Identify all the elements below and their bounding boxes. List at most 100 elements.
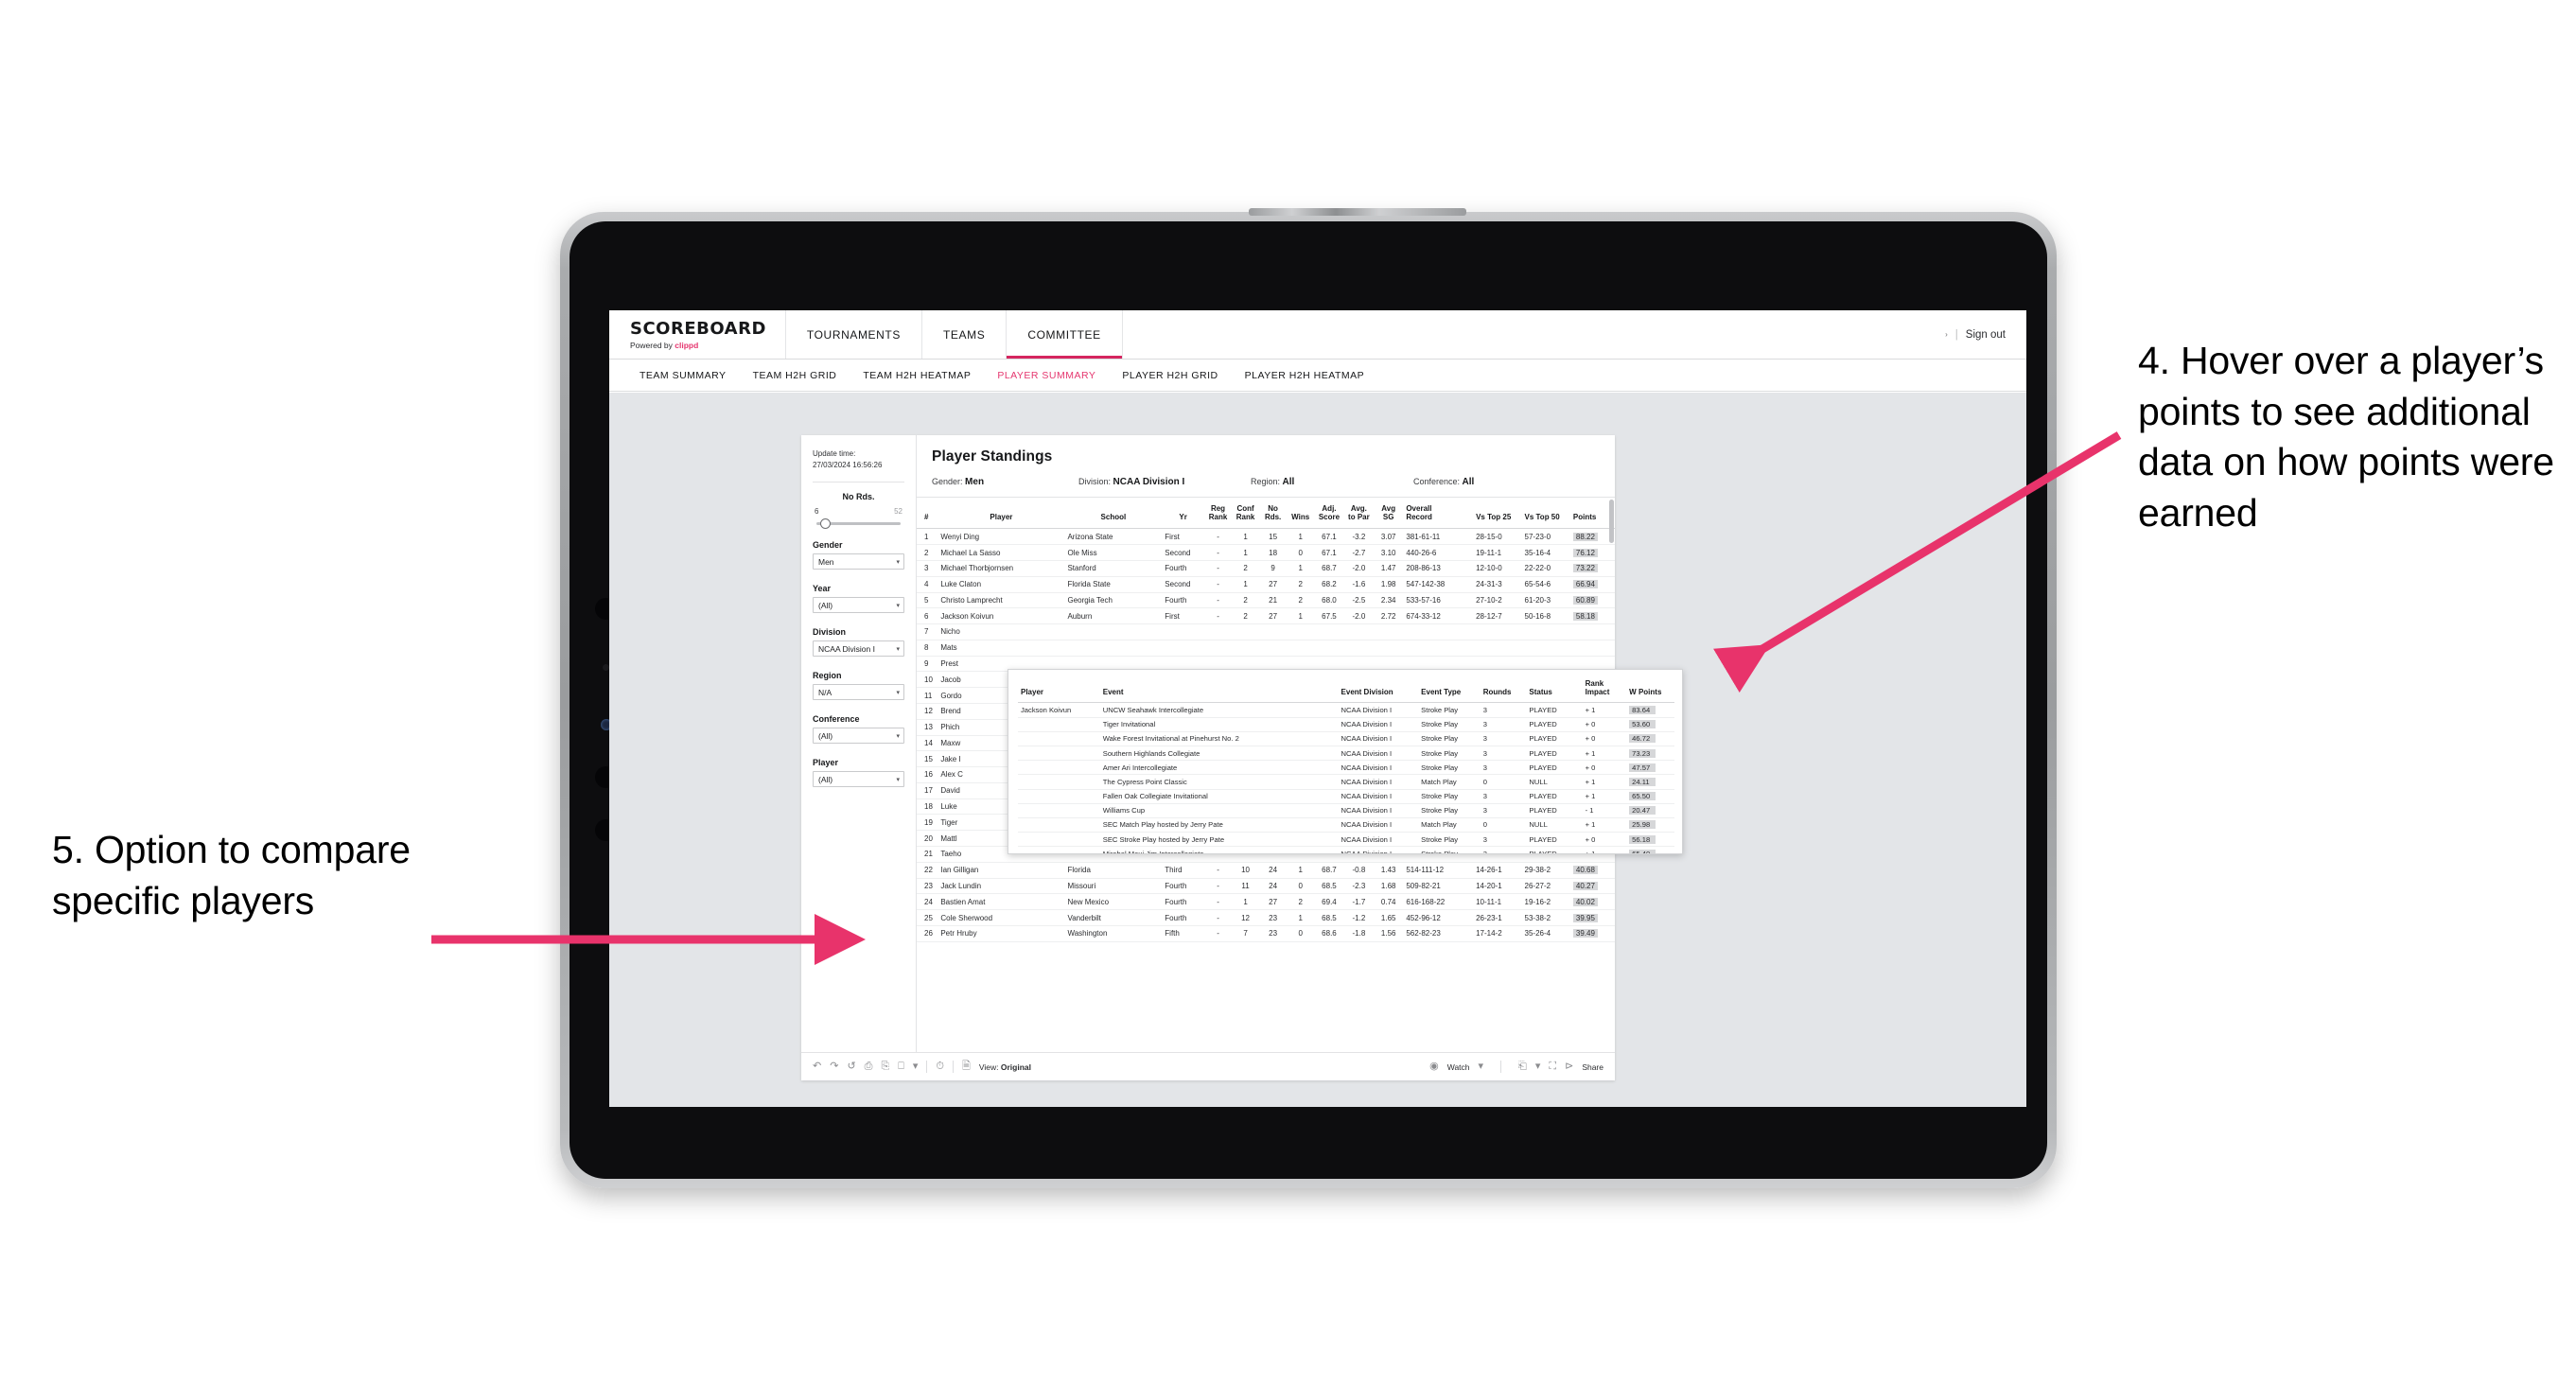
cell-points[interactable]: [1569, 640, 1615, 657]
cell-vs-top-50: 61-20-3: [1521, 592, 1570, 609]
tab-player-summary[interactable]: PLAYER SUMMARY: [984, 370, 1109, 381]
tooltip-cell-event: UNCW Seahawk Intercollegiate: [1099, 702, 1339, 718]
filter-conference-select[interactable]: (All) ▾: [813, 728, 904, 745]
tab-team-summary[interactable]: TEAM SUMMARY: [626, 370, 740, 381]
update-time-block: Update time: 27/03/2024 16:56:26: [813, 448, 904, 470]
redo-icon[interactable]: ↷: [830, 1061, 838, 1072]
col-overall-record[interactable]: Overall Record: [1403, 498, 1474, 530]
table-row[interactable]: 26 Petr Hruby Washington Fifth -7 23 0 68.6 -1.8…: [917, 925, 1615, 942]
cell-overall-record: [1403, 640, 1474, 657]
cell-player: Christo Lamprecht: [938, 592, 1065, 609]
undo-icon[interactable]: ↶: [813, 1061, 821, 1072]
cell-points[interactable]: 76.12: [1569, 544, 1615, 561]
tooltip-cell-player: [1018, 731, 1100, 746]
col-wins[interactable]: Wins: [1287, 498, 1315, 530]
brand-tagline-accent: clippd: [675, 341, 699, 350]
cell-no-rds: [1259, 640, 1288, 657]
col-rank[interactable]: #: [917, 498, 938, 530]
table-row[interactable]: 6 Jackson Koivun Auburn First -2 27 1 67.5 -2.0 2…: [917, 607, 1615, 625]
tooltip-cell-division: NCAA Division I: [1338, 774, 1419, 790]
no-rounds-slider-handle[interactable]: [820, 518, 831, 530]
pause-updates-icon[interactable]: ⎘: [881, 1061, 889, 1072]
table-row[interactable]: 22 Ian Gilligan Florida Third -10 24 1 68.7 -0.8…: [917, 862, 1615, 879]
tooltip-cell-rounds: 3: [1480, 846, 1527, 853]
table-row[interactable]: 2 Michael La Sasso Ole Miss Second -1 18 0 67.1…: [917, 544, 1615, 561]
filter-player-select[interactable]: (All) ▾: [813, 771, 904, 788]
col-no-rds[interactable]: No Rds.: [1259, 498, 1288, 530]
col-points[interactable]: Points: [1569, 498, 1615, 530]
col-yr[interactable]: Yr: [1162, 498, 1204, 530]
chevron-down-icon[interactable]: ▾: [1535, 1061, 1541, 1072]
table-row[interactable]: 7 Nicho: [917, 623, 1615, 640]
share-icon[interactable]: ⊳: [1565, 1061, 1573, 1072]
share-label[interactable]: Share: [1582, 1062, 1603, 1072]
filter-region-select[interactable]: N/A ▾: [813, 684, 904, 701]
nav-item-committee[interactable]: COMMITTEE: [1007, 310, 1123, 359]
col-avg-to-par[interactable]: Avg. to Par: [1343, 498, 1375, 530]
nav-item-teams[interactable]: TEAMS: [922, 310, 1008, 359]
clock-history-icon[interactable]: ⏱: [936, 1061, 944, 1072]
col-conf-rank[interactable]: Conf Rank: [1232, 498, 1260, 530]
col-school[interactable]: School: [1064, 498, 1163, 530]
view-group[interactable]: 🗎 View: Original: [962, 1061, 1031, 1072]
tab-player-h2h-heatmap[interactable]: PLAYER H2H HEATMAP: [1232, 370, 1377, 381]
cell-points[interactable]: 39.49: [1569, 925, 1615, 942]
download-icon[interactable]: ⎗: [1518, 1061, 1527, 1072]
col-reg-rank[interactable]: Reg Rank: [1204, 498, 1233, 530]
table-row[interactable]: 4 Luke Claton Florida State Second -1 27 2 68.2…: [917, 576, 1615, 593]
brand-logo[interactable]: SCOREBOARD Powered by clippd: [609, 310, 786, 359]
tooltip-cell-type: Match Play: [1418, 817, 1481, 833]
refresh-data-icon[interactable]: ⎙: [865, 1061, 873, 1072]
col-vs-top-25[interactable]: Vs Top 25: [1473, 498, 1522, 530]
table-scrollbar-thumb[interactable]: [1609, 500, 1614, 543]
filter-gender-select[interactable]: Men ▾: [813, 553, 904, 570]
tab-team-h2h-heatmap[interactable]: TEAM H2H HEATMAP: [850, 370, 984, 381]
cell-avg-to-par: -2.5: [1343, 592, 1375, 609]
cell-points[interactable]: 58.18: [1569, 607, 1615, 625]
table-row[interactable]: 25 Cole Sherwood Vanderbilt Fourth -12 23 1 68.…: [917, 909, 1615, 926]
cell-points[interactable]: 40.02: [1569, 893, 1615, 911]
nav-item-tournaments[interactable]: TOURNAMENTS: [786, 310, 922, 359]
no-rounds-slider-filter[interactable]: No Rds. 6 52: [813, 492, 904, 530]
cell-points[interactable]: 39.95: [1569, 909, 1615, 926]
col-avg-sg[interactable]: Avg SG: [1374, 498, 1404, 530]
table-row[interactable]: 3 Michael Thorbjornsen Stanford Fourth -2 9 1 6…: [917, 560, 1615, 577]
chevron-right-icon[interactable]: ›: [1945, 330, 1948, 339]
filter-division-select[interactable]: NCAA Division I ▾: [813, 640, 904, 658]
cell-points[interactable]: 40.68: [1569, 862, 1615, 879]
tooltip-cell-rank-impact: + 1: [1582, 702, 1627, 718]
cell-points[interactable]: [1569, 623, 1615, 640]
cell-points[interactable]: 40.27: [1569, 878, 1615, 895]
watch-label[interactable]: Watch: [1447, 1062, 1470, 1072]
table-row[interactable]: 8 Mats: [917, 640, 1615, 657]
device-layout-icon[interactable]: ⎕: [898, 1061, 904, 1072]
no-rounds-slider-track[interactable]: [816, 518, 901, 530]
filter-year-select[interactable]: (All) ▾: [813, 597, 904, 614]
table-row[interactable]: 23 Jack Lundin Missouri Fourth -11 24 0 68.5 -2.…: [917, 878, 1615, 895]
cell-points[interactable]: 88.22: [1569, 528, 1615, 546]
chevron-down-icon[interactable]: ▾: [913, 1061, 919, 1072]
cell-avg-to-par: [1343, 640, 1375, 657]
cell-no-rds: 21: [1259, 592, 1288, 609]
cell-rank: 21: [917, 846, 938, 863]
table-row[interactable]: 1 Wenyi Ding Arizona State First -1 15 1 67.1 -3…: [917, 528, 1615, 546]
tooltip-cell-status: PLAYED: [1526, 846, 1583, 853]
sign-out-link[interactable]: Sign out: [1966, 329, 2006, 341]
col-vs-top-50[interactable]: Vs Top 50: [1521, 498, 1570, 530]
cell-points[interactable]: 73.22: [1569, 560, 1615, 577]
revert-icon[interactable]: ↺: [847, 1061, 855, 1072]
col-player[interactable]: Player: [938, 498, 1065, 530]
cell-player: Ian Gilligan: [938, 862, 1065, 879]
col-adj-score[interactable]: Adj. Score: [1314, 498, 1344, 530]
table-row[interactable]: 24 Bastien Amat New Mexico Fourth -1 27 2 69.4-…: [917, 893, 1615, 911]
chevron-down-icon[interactable]: ▾: [1479, 1061, 1484, 1072]
table-row[interactable]: 5 Christo Lamprecht Georgia Tech Fourth -2 21…: [917, 592, 1615, 609]
fullscreen-icon[interactable]: ⛶: [1549, 1061, 1556, 1072]
cell-avg-to-par: -1.7: [1343, 893, 1375, 911]
tab-player-h2h-grid[interactable]: PLAYER H2H GRID: [1109, 370, 1231, 381]
cell-wins: 2: [1287, 893, 1315, 911]
cell-points[interactable]: 66.94: [1569, 576, 1615, 593]
cell-points[interactable]: 60.89: [1569, 592, 1615, 609]
tab-team-h2h-grid[interactable]: TEAM H2H GRID: [740, 370, 850, 381]
watch-icon[interactable]: ◉: [1429, 1061, 1439, 1072]
